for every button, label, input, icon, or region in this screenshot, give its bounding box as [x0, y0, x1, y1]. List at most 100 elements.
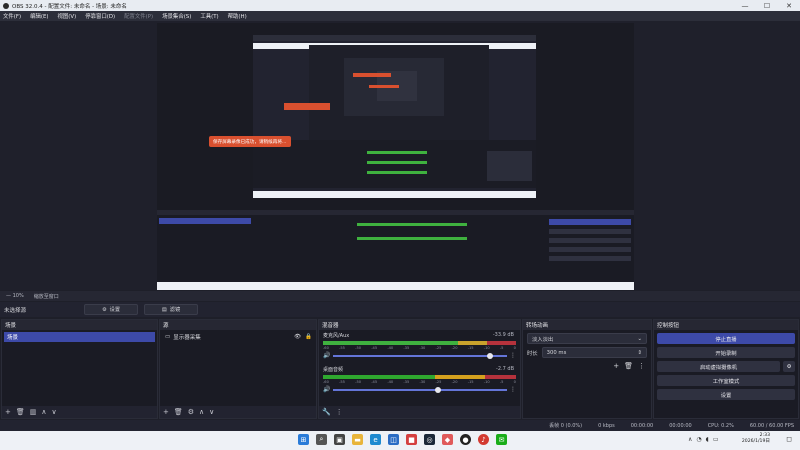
no-source-label: 未选择源	[4, 307, 27, 314]
studio-mode-button[interactable]: 工作室模式	[657, 375, 795, 386]
add-icon[interactable]: +	[613, 362, 619, 370]
wrench-icon[interactable]: 🔧	[322, 408, 331, 416]
start-virtual-camera-button[interactable]: 启动虚拟摄像机	[657, 361, 780, 372]
preview-status-bar: — 10% 缩放至窗口	[0, 291, 800, 301]
scale-tick: 0	[513, 346, 516, 350]
more-icon[interactable]: ⋮	[638, 362, 645, 370]
menu-docks[interactable]: 停靠窗口(D)	[85, 12, 115, 20]
window-title: OBS 32.0.4 - 配置文件: 未命名 - 场景: 未命名	[12, 3, 127, 10]
add-scene-icon[interactable]: +	[5, 408, 11, 416]
tray-icons: ∧ ◔ ◖ ▭	[688, 436, 723, 443]
stream-time: 00:00:00	[630, 422, 654, 429]
add-source-icon[interactable]: +	[163, 408, 169, 416]
scale-tick: -55	[339, 380, 345, 384]
edge-icon[interactable]: e	[370, 434, 381, 445]
scale-tick: -10	[483, 346, 490, 350]
scale-tick: -15	[467, 380, 474, 384]
sources-toolbar: + 🗑 ⚙ ∧ ∨	[160, 406, 316, 418]
steam-icon[interactable]: ◎	[424, 434, 435, 445]
scale-tick: -55	[339, 346, 345, 350]
menu-help[interactable]: 帮助(H)	[228, 12, 247, 20]
windows-start-icon[interactable]: ⊞	[298, 434, 309, 445]
more-icon[interactable]: ⋮	[510, 352, 516, 359]
source-settings-button[interactable]: ⚙ 设置	[84, 304, 138, 315]
task-view-icon[interactable]: ▣	[334, 434, 345, 445]
menu-profile[interactable]: 配置文件(P)	[124, 12, 153, 20]
bitrate: 0 kbps	[598, 422, 615, 429]
speaker-icon[interactable]: 🔊	[323, 386, 330, 393]
eye-icon[interactable]: 👁	[294, 334, 301, 340]
search-icon[interactable]: ⌕	[316, 434, 327, 445]
cpu-usage: CPU: 0.2%	[707, 422, 734, 429]
move-down-icon[interactable]: ∨	[52, 408, 57, 416]
scale-tick: -60	[323, 346, 329, 350]
scale-tick: -5	[499, 380, 504, 384]
minimize-button[interactable]: —	[734, 0, 756, 11]
stop-streaming-button[interactable]: 停止直播	[657, 333, 795, 344]
menu-view[interactable]: 视图(V)	[58, 12, 77, 20]
wifi-icon[interactable]: ◔	[696, 436, 701, 443]
move-down-icon[interactable]: ∨	[209, 408, 214, 416]
scene-filters-icon[interactable]: ▥	[30, 408, 37, 416]
scale-tick: -15	[467, 346, 474, 350]
preview-recursive-capture	[157, 23, 634, 290]
maximize-button[interactable]: ☐	[756, 0, 778, 11]
zoom-readout[interactable]: — 10%	[6, 293, 24, 299]
remove-source-icon[interactable]: 🗑	[174, 408, 183, 416]
app-icon[interactable]: ■	[406, 434, 417, 445]
volume-row: 🔊 ⋮	[323, 386, 516, 393]
clock[interactable]: 2:33 2026/1/19日	[742, 433, 770, 445]
volume-slider[interactable]	[333, 352, 507, 359]
controls-dock-title: 控制按钮	[654, 320, 798, 330]
obs-taskbar-icon[interactable]: ●	[460, 434, 471, 445]
source-filters-button[interactable]: ▤ 滤镜	[144, 304, 198, 315]
app-icon[interactable]: ◆	[442, 434, 453, 445]
battery-icon[interactable]: ▭	[713, 436, 719, 443]
speaker-icon[interactable]: 🔊	[323, 352, 330, 359]
menu-scene-collection[interactable]: 场景集合(S)	[162, 12, 191, 20]
settings-button[interactable]: 设置	[657, 389, 795, 400]
source-item[interactable]: ▭ 显示器采集 👁 🔒	[162, 332, 314, 342]
lock-icon[interactable]: 🔒	[305, 334, 312, 340]
chevron-up-icon[interactable]: ∧	[688, 436, 692, 443]
mixer-channel: 桌面音频 -2.7 dB -60 -55 -50 -45 -40 -35 -30 -25 -20…	[319, 364, 520, 398]
source-item-label: 显示器采集	[173, 335, 201, 341]
title-bar: OBS 32.0.4 - 配置文件: 未命名 - 场景: 未命名 — ☐ ✕	[0, 0, 800, 11]
more-icon[interactable]: ⋮	[336, 408, 343, 416]
vcam-settings-button[interactable]: ⚙	[783, 361, 795, 372]
scale-tick: -50	[355, 346, 362, 350]
notification-icon[interactable]: ◻	[786, 435, 792, 443]
duration-input[interactable]: 300 ms ⇕	[541, 347, 647, 358]
mixer-toolbar: 🔧 ⋮	[319, 406, 520, 418]
netease-music-icon[interactable]: ♪	[478, 434, 489, 445]
zoom-mode[interactable]: 缩放至窗口	[34, 293, 59, 300]
scenes-toolbar: + 🗑 ▥ ∧ ∨	[2, 406, 157, 418]
scenes-dock-title: 场景	[2, 320, 157, 330]
scale-tick: -10	[483, 380, 490, 384]
volume-knob[interactable]	[486, 352, 493, 359]
transitions-dock: 转场动画 淡入淡出 ⌄ 时长 300 ms ⇕ + 🗑 ⋮	[522, 319, 652, 419]
move-up-icon[interactable]: ∧	[199, 408, 204, 416]
remove-icon[interactable]: 🗑	[624, 362, 633, 370]
source-properties-icon[interactable]: ⚙	[188, 408, 194, 416]
more-icon[interactable]: ⋮	[510, 386, 516, 393]
move-up-icon[interactable]: ∧	[41, 408, 46, 416]
scale-tick: -30	[419, 346, 426, 350]
source-toolbar: 未选择源 ⚙ 设置 ▤ 滤镜	[0, 302, 800, 317]
close-button[interactable]: ✕	[778, 0, 800, 11]
store-icon[interactable]: ◫	[388, 434, 399, 445]
volume-knob[interactable]	[434, 386, 441, 393]
preview-canvas[interactable]: 保存屏幕录像已成功，请稍候再将...	[157, 23, 634, 290]
menu-edit[interactable]: 编辑(E)	[30, 12, 48, 20]
remove-scene-icon[interactable]: 🗑	[16, 408, 25, 416]
scale-tick: -60	[323, 380, 329, 384]
volume-slider[interactable]	[333, 386, 507, 393]
volume-icon[interactable]: ◖	[706, 436, 709, 443]
menu-tools[interactable]: 工具(T)	[200, 12, 218, 20]
file-explorer-icon[interactable]: ▬	[352, 434, 363, 445]
start-recording-button[interactable]: 开始录制	[657, 347, 795, 358]
wechat-icon[interactable]: ✉	[496, 434, 507, 445]
scene-item[interactable]: 场景	[4, 332, 155, 342]
transition-select[interactable]: 淡入淡出 ⌄	[527, 333, 647, 344]
menu-file[interactable]: 文件(F)	[3, 12, 21, 20]
